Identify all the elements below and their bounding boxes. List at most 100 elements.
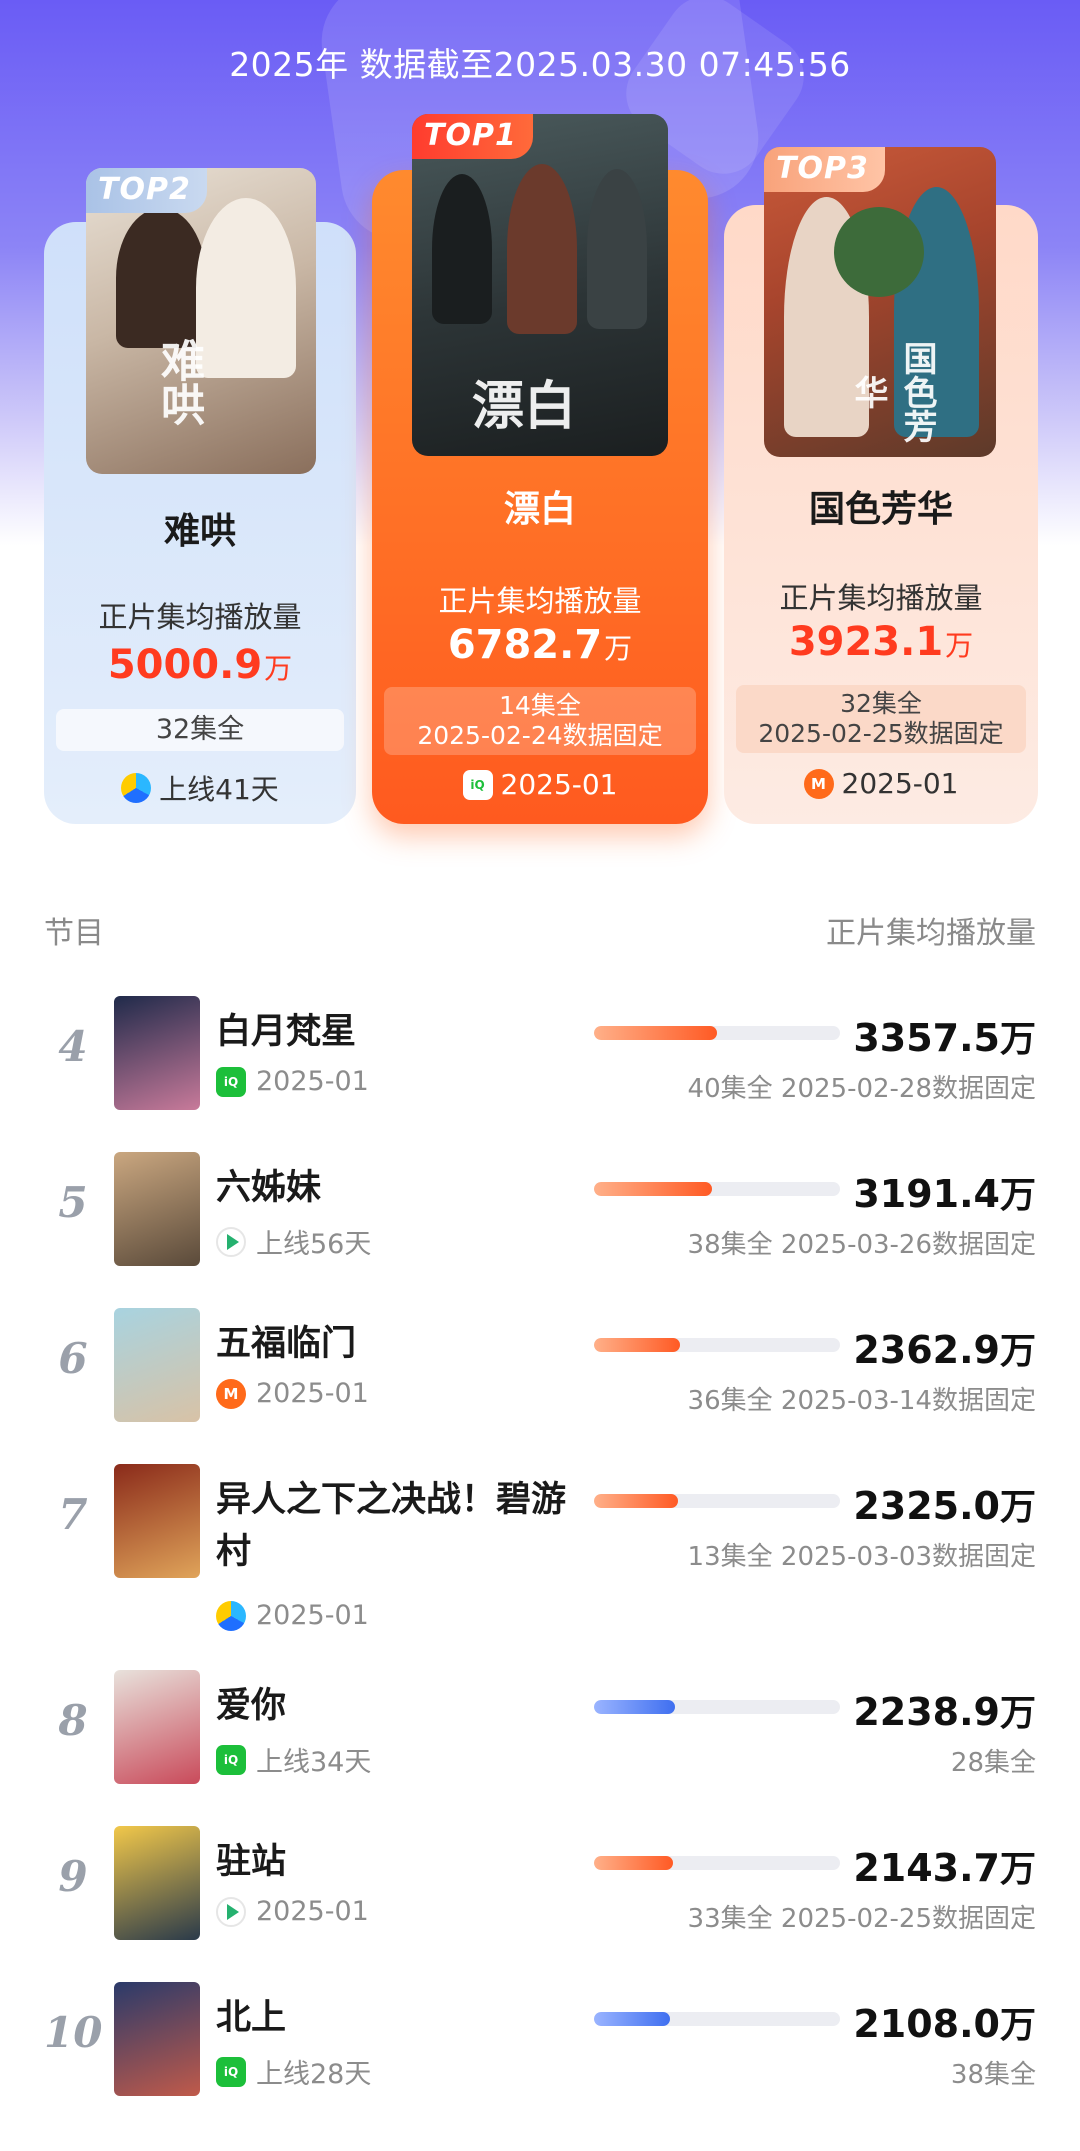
platform-text: 2025-01 bbox=[500, 768, 618, 801]
iqiyi-icon: iQ bbox=[216, 2056, 246, 2087]
platform-text: 2025-01 bbox=[256, 1896, 369, 1927]
list-item[interactable]: 5 六姊妹上线56天 3191.4万 38集全 2025-03-26数据固定 bbox=[44, 1152, 1036, 1272]
metric-unit: 万 bbox=[999, 2005, 1036, 2046]
poster-thumbnail bbox=[114, 1826, 200, 1940]
metric-bar bbox=[594, 1182, 840, 1196]
show-title: 漂白 bbox=[503, 489, 576, 530]
metric-label: 正片集均播放量 bbox=[779, 581, 983, 615]
metric-value: 2108.0万 bbox=[853, 1996, 1036, 2048]
show-title: 爱你 bbox=[216, 1686, 287, 1726]
poster-figure bbox=[834, 207, 924, 297]
platform-text: 2025-01 bbox=[256, 1066, 369, 1097]
rank-number: 10 bbox=[44, 2008, 103, 2057]
ranking-list-header: 节目 正片集均播放量 bbox=[44, 908, 1036, 951]
metric-value: 2325.0万 bbox=[853, 1478, 1036, 1530]
metric-bar bbox=[594, 1856, 840, 1870]
metric-unit: 万 bbox=[945, 629, 974, 662]
platform-text: 2025-01 bbox=[256, 1600, 369, 1631]
rank-number: 8 bbox=[58, 1696, 88, 1745]
metric-bar bbox=[594, 1700, 840, 1714]
metric-bar-fill bbox=[594, 1026, 717, 1040]
metric-value: 2143.7万 bbox=[853, 1840, 1036, 1892]
metric-bar-fill bbox=[594, 1338, 681, 1352]
poster-thumbnail bbox=[114, 1152, 200, 1266]
episode-detail: 28集全 bbox=[950, 1748, 1036, 1778]
metric-unit: 万 bbox=[999, 1331, 1036, 1372]
metric-value: 3357.5万 bbox=[853, 1010, 1036, 1062]
metric-value: 3191.4万 bbox=[853, 1166, 1036, 1218]
rank-number: 7 bbox=[58, 1490, 88, 1539]
tencent-video-icon bbox=[216, 1226, 246, 1257]
list-item[interactable]: 4 白月梵星 iQ 2025-01 3357.5万 40集全 2025-02-28数据固定 bbox=[44, 996, 1036, 1116]
podium-card-top3[interactable]: 国色芳华 TOP3 国色芳华 正片集均播放量 3923.1万 32集全 2025… bbox=[724, 147, 1038, 824]
platform-text: 上线34天 bbox=[256, 1747, 372, 1778]
mgtv-icon: M bbox=[216, 1378, 246, 1409]
platform-info: M 2025-01 bbox=[724, 767, 1038, 800]
show-title: 五福临门 bbox=[216, 1324, 357, 1364]
poster-title-art: 国色芳华 bbox=[848, 341, 937, 443]
platform-info: iQ 上线34天 bbox=[216, 1740, 371, 1779]
episodes-box: 14集全 2025-02-24数据固定 bbox=[384, 687, 696, 755]
rank-number: 6 bbox=[58, 1334, 88, 1383]
metric-unit: 万 bbox=[999, 1175, 1036, 1216]
rank-number: 5 bbox=[58, 1178, 88, 1227]
metric-bar-fill bbox=[594, 2012, 671, 2026]
metric-label: 正片集均播放量 bbox=[438, 584, 642, 618]
poster-figure bbox=[432, 174, 492, 324]
show-title: 六姊妹 bbox=[216, 1168, 322, 1208]
list-item[interactable]: 6 五福临门 M 2025-01 2362.9万 36集全 2025-03-14数据固定 bbox=[44, 1308, 1036, 1428]
episodes-box: 32集全 2025-02-25数据固定 bbox=[736, 685, 1026, 753]
episode-detail: 38集全 2025-03-26数据固定 bbox=[687, 1230, 1036, 1260]
platform-info: 上线56天 bbox=[216, 1222, 371, 1261]
metric-number: 3357.5 bbox=[853, 1016, 1000, 1060]
tencent-video-icon bbox=[216, 1896, 246, 1927]
metric-unit: 万 bbox=[999, 1487, 1036, 1528]
metric-number: 2108.0 bbox=[853, 2002, 1000, 2046]
metric-value: 3923.1万 bbox=[724, 619, 1038, 665]
show-title: 驻站 bbox=[216, 1842, 287, 1882]
platform-info: M 2025-01 bbox=[216, 1378, 369, 1409]
metric-unit: 万 bbox=[999, 1849, 1036, 1890]
list-item[interactable]: 9 驻站 2025-01 2143.7万 33集全 2025-02-25数据固定 bbox=[44, 1826, 1036, 1946]
episode-detail: 33集全 2025-02-25数据固定 bbox=[687, 1904, 1036, 1934]
metric-value: 5000.9万 bbox=[44, 642, 356, 688]
metric-number: 2362.9 bbox=[853, 1328, 1000, 1372]
episodes-text: 14集全 bbox=[499, 691, 581, 720]
episode-detail: 36集全 2025-03-14数据固定 bbox=[687, 1386, 1036, 1416]
metric-number: 3923.1 bbox=[788, 619, 944, 665]
poster-image: 难哄 TOP2 bbox=[86, 168, 316, 474]
iqiyi-icon: iQ bbox=[462, 769, 493, 800]
youku-icon bbox=[216, 1600, 246, 1631]
episode-detail: 13集全 2025-03-03数据固定 bbox=[687, 1542, 1036, 1572]
column-header-show: 节目 bbox=[44, 916, 104, 951]
fixed-date-note: 2025-02-25数据固定 bbox=[758, 719, 1004, 748]
column-header-metric: 正片集均播放量 bbox=[826, 916, 1036, 951]
metric-bar bbox=[594, 1026, 840, 1040]
poster-figure bbox=[116, 208, 206, 348]
platform-text: 2025-01 bbox=[841, 767, 959, 800]
episodes-text: 32集全 bbox=[155, 714, 245, 745]
platform-info: 2025-01 bbox=[216, 1896, 369, 1927]
poster-image: 国色芳华 TOP3 bbox=[764, 147, 996, 457]
metric-bar-fill bbox=[594, 1182, 713, 1196]
show-title: 异人之下之决战！碧游村 bbox=[216, 1480, 567, 1572]
episode-detail: 40集全 2025-02-28数据固定 bbox=[687, 1074, 1036, 1104]
list-item[interactable]: 7 异人之下之决战！碧游村 2025-01 2325.0万 13集全 2025-03-0… bbox=[44, 1464, 1036, 1634]
show-title: 白月梵星 bbox=[216, 1012, 357, 1052]
podium-card-top1[interactable]: 漂白 TOP1 漂白 正片集均播放量 6782.7万 14集全 2025-02-… bbox=[372, 114, 708, 824]
platform-info: iQ 2025-01 bbox=[216, 1066, 369, 1097]
list-item[interactable]: 10 北上 iQ 上线28天 2108.0万 38集全 bbox=[44, 1982, 1036, 2102]
poster-thumbnail bbox=[114, 1670, 200, 1784]
platform-text: 上线41天 bbox=[159, 773, 279, 806]
metric-label: 正片集均播放量 bbox=[98, 600, 302, 634]
platform-text: 上线56天 bbox=[256, 1229, 372, 1260]
metric-number: 2325.0 bbox=[853, 1484, 1000, 1528]
poster-thumbnail bbox=[114, 996, 200, 1110]
list-item[interactable]: 8 爱你 iQ 上线34天 2238.9万 28集全 bbox=[44, 1670, 1036, 1790]
episodes-text: 32集全 bbox=[840, 689, 922, 718]
metric-unit: 万 bbox=[999, 1693, 1036, 1734]
metric-number: 3191.4 bbox=[853, 1172, 1000, 1216]
platform-info: 上线41天 bbox=[44, 768, 356, 808]
metric-unit: 万 bbox=[604, 632, 633, 665]
podium-card-top2[interactable]: 难哄 TOP2 难哄 正片集均播放量 5000.9万 32集全 上线41天 bbox=[44, 168, 356, 824]
